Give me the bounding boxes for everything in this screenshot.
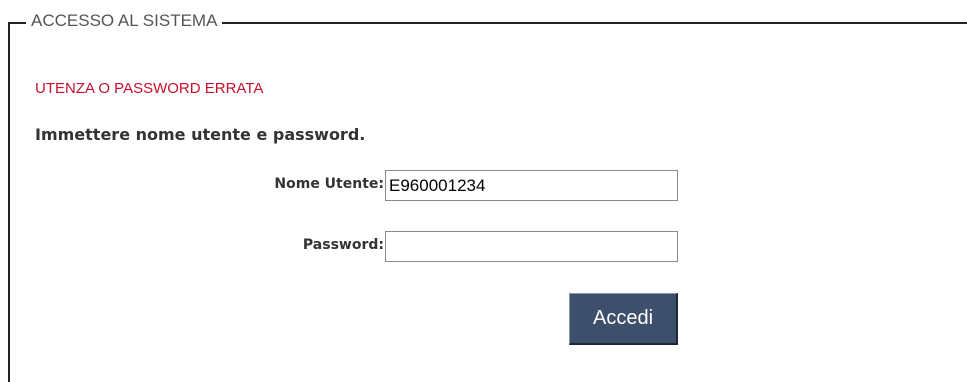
fieldset-legend: ACCESSO AL SISTEMA <box>26 10 223 32</box>
password-label: Password: <box>302 237 384 253</box>
password-input[interactable] <box>385 231 678 262</box>
username-input[interactable] <box>385 170 678 201</box>
username-label: Nome Utente: <box>274 176 384 192</box>
login-button[interactable]: Accedi <box>569 293 678 345</box>
login-fieldset <box>8 22 967 382</box>
login-instruction: Immettere nome utente e password. <box>35 125 366 144</box>
error-message: UTENZA O PASSWORD ERRATA <box>35 80 264 97</box>
